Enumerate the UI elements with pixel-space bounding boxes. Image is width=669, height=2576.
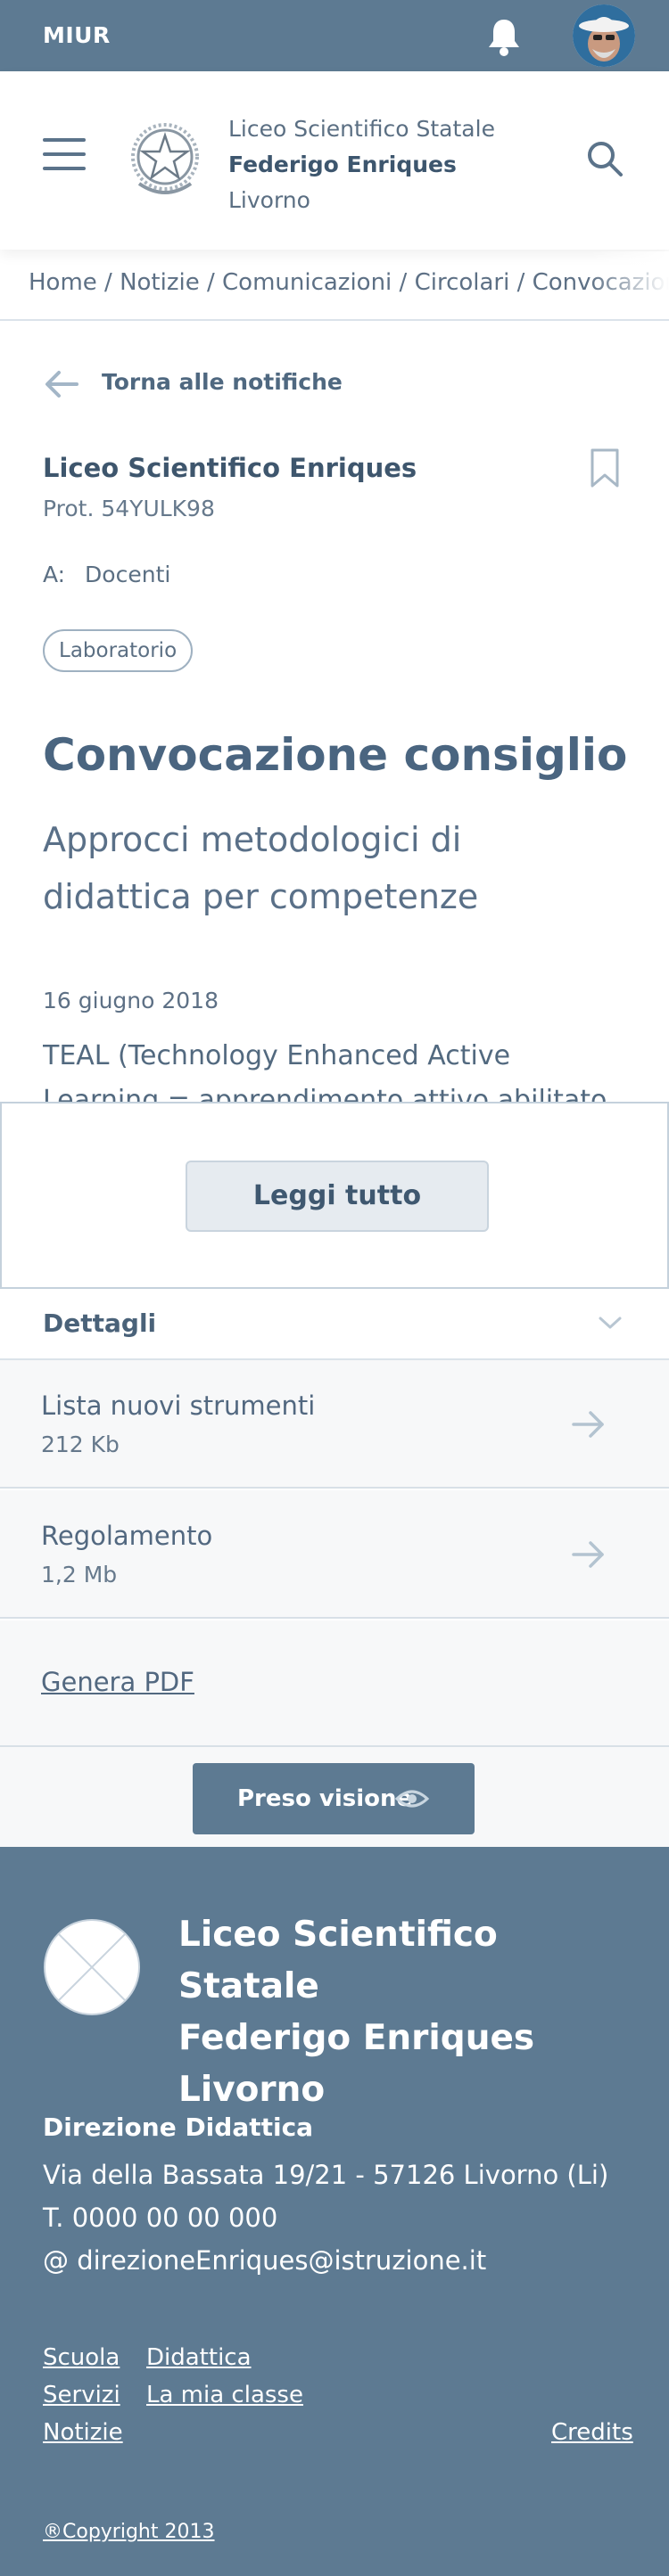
avatar[interactable] bbox=[573, 4, 635, 67]
menu-icon[interactable] bbox=[43, 138, 86, 174]
back-link-label: Torna alle notifiche bbox=[102, 369, 343, 395]
acknowledge-button-label: Preso visione bbox=[237, 1785, 413, 1812]
site-footer: Liceo Scientifico Statale Federigo Enriq… bbox=[0, 1847, 669, 2576]
arrow-right-icon bbox=[572, 1411, 604, 1438]
footer-link-la-mia-classe[interactable]: La mia classe bbox=[146, 2376, 303, 2414]
footer-link-scuola[interactable]: Scuola bbox=[43, 2339, 120, 2376]
recipient-label: A: bbox=[43, 562, 66, 587]
footer-link-notizie[interactable]: Notizie bbox=[43, 2414, 123, 2451]
recipient-value: Docenti bbox=[85, 562, 171, 587]
school-name[interactable]: Liceo Scientifico Statale Federigo Enriq… bbox=[228, 111, 495, 218]
attachment-name: Lista nuovi strumenti bbox=[41, 1391, 316, 1421]
attachment-item[interactable]: Lista nuovi strumenti 212 Kb bbox=[0, 1360, 669, 1489]
copyright[interactable]: ®Copyright 2013 bbox=[43, 2521, 214, 2543]
footer-name-line3: Livorno bbox=[178, 2070, 326, 2110]
page-title: Convocazione consiglio bbox=[43, 729, 628, 781]
footer-direzione: Direzione Didattica bbox=[43, 2112, 314, 2142]
footer-contacts: Via della Bassata 19/21 - 57126 Livorno … bbox=[43, 2154, 608, 2282]
category-tag[interactable]: Laboratorio bbox=[43, 629, 194, 672]
attachment-item[interactable]: Regolamento 1,2 Mb bbox=[0, 1490, 669, 1619]
attachment-name: Regolamento bbox=[41, 1521, 213, 1551]
footer-school-name: Liceo Scientifico Statale Federigo Enriq… bbox=[178, 1909, 642, 2116]
site-header: Liceo Scientifico Statale Federigo Enriq… bbox=[0, 71, 669, 250]
breadcrumb-text[interactable]: Home / Notizie / Comunicazioni / Circola… bbox=[29, 269, 669, 296]
protocol-number: Prot. 54YULK98 bbox=[43, 496, 215, 521]
school-name-line3: Livorno bbox=[228, 187, 310, 213]
footer-address: Via della Bassata 19/21 - 57126 Livorno … bbox=[43, 2160, 609, 2190]
notice-excerpt: TEAL (Technology Enhanced Active Learnin… bbox=[43, 1040, 607, 1102]
attachment-size: 212 Kb bbox=[41, 1432, 120, 1457]
generate-pdf-row: Genera PDF bbox=[0, 1620, 669, 1747]
footer-name-line2: Federigo Enriques bbox=[178, 2018, 535, 2058]
page-subtitle: Approcci metodologici di didattica per c… bbox=[43, 820, 479, 916]
notice-date: 16 giugno 2018 bbox=[43, 988, 219, 1013]
read-more-panel: Leggi tutto bbox=[0, 1102, 669, 1289]
footer-phone: T. 0000 00 00 000 bbox=[43, 2203, 278, 2233]
details-label: Dettagli bbox=[43, 1309, 157, 1338]
breadcrumb[interactable]: Home / Notizie / Comunicazioni / Circola… bbox=[0, 251, 669, 321]
generate-pdf-link[interactable]: Genera PDF bbox=[41, 1667, 194, 1697]
top-bar: MIUR bbox=[0, 0, 669, 71]
footer-link-credits[interactable]: Credits bbox=[551, 2414, 633, 2451]
arrow-left-icon bbox=[45, 371, 78, 398]
acknowledge-bar: Preso visione bbox=[0, 1747, 669, 1847]
eye-icon bbox=[394, 1790, 430, 1808]
acknowledge-button[interactable]: Preso visione bbox=[193, 1763, 475, 1834]
footer-name-line1: Liceo Scientifico Statale bbox=[178, 1915, 498, 2006]
recipient: A: Docenti bbox=[43, 562, 170, 587]
bell-icon[interactable] bbox=[482, 14, 526, 59]
school-name-line2: Federigo Enriques bbox=[228, 152, 457, 177]
republic-emblem-icon bbox=[127, 116, 203, 201]
arrow-right-icon bbox=[572, 1541, 604, 1568]
footer-link-servizi[interactable]: Servizi bbox=[43, 2376, 120, 2414]
footer-email[interactable]: @ direzioneEnriques@istruzione.it bbox=[43, 2239, 608, 2282]
school-name-line1: Liceo Scientifico Statale bbox=[228, 116, 495, 142]
school-logo-icon bbox=[43, 1918, 141, 2016]
footer-link-didattica[interactable]: Didattica bbox=[146, 2339, 252, 2376]
chevron-down-icon bbox=[599, 1317, 622, 1329]
brand-label[interactable]: MIUR bbox=[43, 22, 111, 48]
details-accordion[interactable]: Dettagli bbox=[0, 1289, 669, 1360]
attachment-size: 1,2 Mb bbox=[41, 1562, 118, 1587]
search-icon[interactable] bbox=[585, 139, 624, 178]
notice-sender: Liceo Scientifico Enriques bbox=[43, 453, 417, 483]
bookmark-icon[interactable] bbox=[589, 447, 621, 488]
read-more-button[interactable]: Leggi tutto bbox=[186, 1161, 489, 1232]
